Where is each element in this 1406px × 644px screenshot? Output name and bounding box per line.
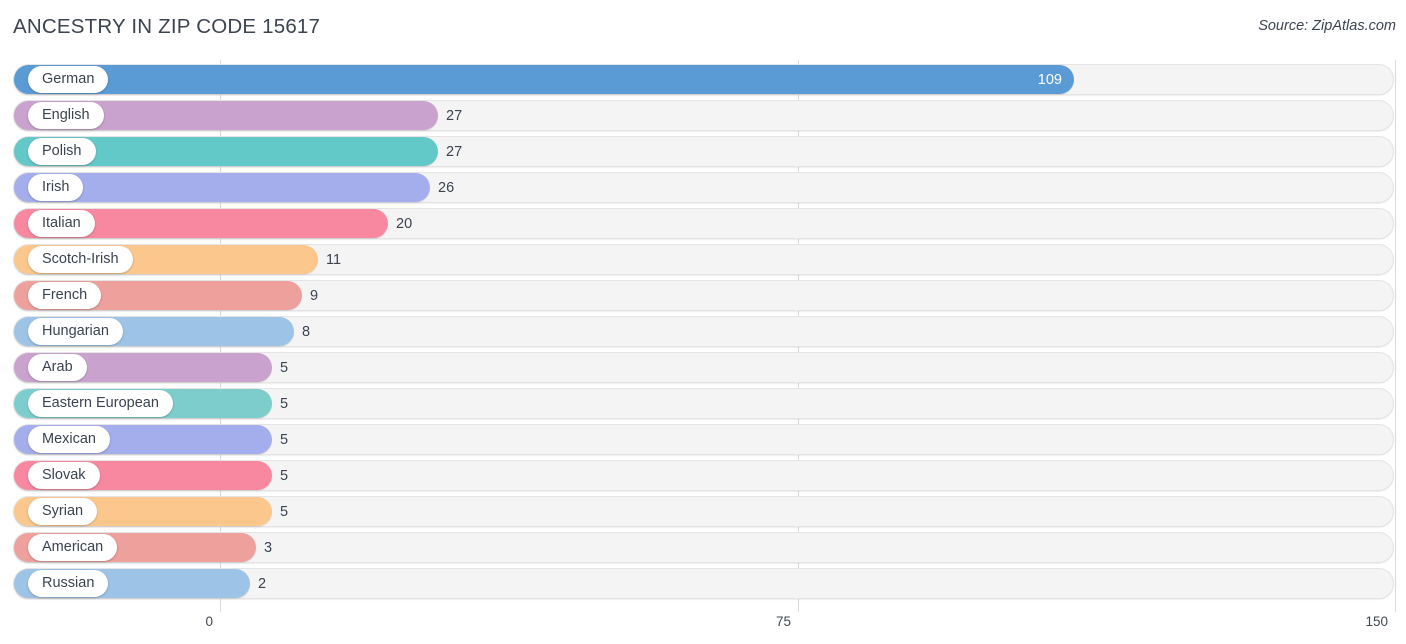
bar-label: Arab — [42, 359, 73, 376]
bar-value: 2 — [258, 575, 267, 592]
bar-value: 20 — [396, 215, 413, 232]
ancestry-bar-chart: ANCESTRY IN ZIP CODE 15617 Source: ZipAt… — [0, 0, 1406, 644]
bar-value: 11 — [326, 251, 342, 268]
bar-label-pill: Italian — [28, 210, 95, 237]
bar-label-pill: American — [28, 534, 118, 561]
bar-value: 109 — [1037, 71, 1062, 88]
bar-value: 5 — [280, 395, 289, 412]
table-row[interactable]: French 9 — [0, 280, 1406, 311]
bar-label-pill: Irish — [28, 174, 84, 201]
table-row[interactable]: Slovak 5 — [0, 460, 1406, 491]
bar-label-pill: Polish — [28, 138, 96, 165]
bar-label-pill: French — [28, 282, 102, 309]
bar-value: 5 — [280, 359, 289, 376]
bar-value: 9 — [310, 287, 319, 304]
bar-label-pill: Scotch-Irish — [28, 246, 133, 273]
bar-label: Scotch-Irish — [42, 251, 119, 268]
table-row[interactable]: American 3 — [0, 532, 1406, 563]
bar-label: Irish — [42, 179, 70, 196]
page-title: ANCESTRY IN ZIP CODE 15617 — [13, 15, 321, 38]
bar-value: 5 — [280, 431, 289, 448]
bar-label: Mexican — [42, 431, 96, 448]
bar-value: 8 — [302, 323, 311, 340]
bar-label-pill: Syrian — [28, 498, 98, 525]
table-row[interactable]: Italian 20 — [0, 208, 1406, 239]
bar-label-pill: English — [28, 102, 104, 129]
bar-label: Slovak — [42, 467, 86, 484]
bar-label-pill: Russian — [28, 570, 109, 597]
bar-value: 5 — [280, 503, 289, 520]
bar-rows: German 109 English 27 Polish 27 Irish 26 Italian… — [0, 60, 1406, 606]
bar-label-pill: Arab — [28, 354, 87, 381]
bar-label: Syrian — [42, 503, 84, 520]
bar-label-pill: Mexican — [28, 426, 110, 453]
bar-label: Polish — [42, 143, 82, 160]
table-row[interactable]: Arab 5 — [0, 352, 1406, 383]
source-attribution: Source: ZipAtlas.com — [1258, 18, 1396, 34]
x-tick-label-150: 150 — [1365, 614, 1388, 629]
x-axis: 0 75 150 — [0, 606, 1406, 644]
x-tick-label-0: 0 — [205, 614, 213, 629]
table-row[interactable]: English 27 — [0, 100, 1406, 131]
bar-label: Italian — [42, 215, 81, 232]
bar-label: German — [42, 71, 95, 88]
bar-value: 27 — [446, 107, 463, 124]
bar-label-pill: Slovak — [28, 462, 100, 489]
table-row[interactable]: Hungarian 8 — [0, 316, 1406, 347]
x-tick-label-75: 75 — [775, 614, 791, 629]
table-row[interactable]: German 109 — [0, 64, 1406, 95]
bar-value: 5 — [280, 467, 289, 484]
bar-value: 3 — [264, 539, 273, 556]
table-row[interactable]: Eastern European 5 — [0, 388, 1406, 419]
chart-header: ANCESTRY IN ZIP CODE 15617 Source: ZipAt… — [0, 0, 1406, 56]
bar-label-pill: German — [28, 66, 109, 93]
bar-label: Eastern European — [42, 395, 159, 412]
bar-label: Hungarian — [42, 323, 109, 340]
table-row[interactable]: Irish 26 — [0, 172, 1406, 203]
table-row[interactable]: Polish 27 — [0, 136, 1406, 167]
bar-german — [14, 65, 1074, 94]
table-row[interactable]: Scotch-Irish 11 — [0, 244, 1406, 275]
bar-label-pill: Eastern European — [28, 390, 173, 417]
plot-area: German 109 English 27 Polish 27 Irish 26 Italian… — [0, 60, 1406, 612]
bar-value: 26 — [438, 179, 455, 196]
bar-value: 27 — [446, 143, 463, 160]
bar-label: Russian — [42, 575, 95, 592]
bar-label: English — [42, 107, 90, 124]
bar-label: French — [42, 287, 88, 304]
table-row[interactable]: Mexican 5 — [0, 424, 1406, 455]
table-row[interactable]: Syrian 5 — [0, 496, 1406, 527]
bar-label-pill: Hungarian — [28, 318, 123, 345]
table-row[interactable]: Russian 2 — [0, 568, 1406, 599]
bar-label: American — [42, 539, 104, 556]
